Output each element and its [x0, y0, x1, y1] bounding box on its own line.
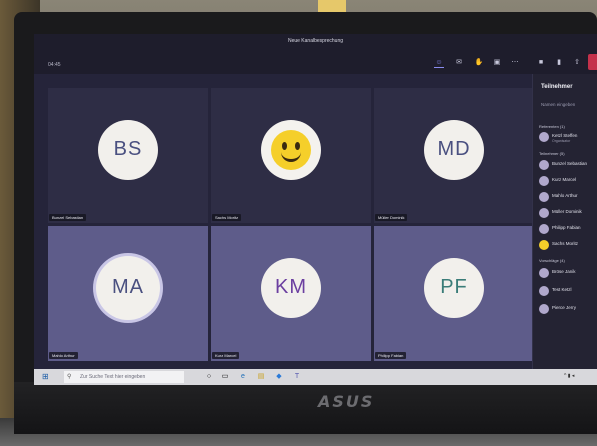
- avatar: PF: [424, 257, 484, 318]
- participant-name: Test Ketzl: [552, 287, 572, 292]
- video-tile[interactable]: BS Bunzel Sebastian: [48, 88, 208, 223]
- brand-logo: ASUS: [318, 392, 375, 411]
- people-icon[interactable]: ☺: [434, 58, 444, 68]
- camera-off-icon[interactable]: ■: [536, 58, 546, 68]
- participant-name: Sachs Moritz: [212, 214, 242, 221]
- avatar: [539, 160, 549, 170]
- rooms-icon[interactable]: ▣: [492, 58, 502, 68]
- avatar: MA: [96, 255, 160, 320]
- video-tile[interactable]: Sachs Moritz: [211, 88, 371, 223]
- avatar: KM: [261, 257, 321, 318]
- participant-role: Organisator: [552, 139, 571, 143]
- video-stage: BS Bunzel Sebastian Sachs Moritz MD Müll…: [48, 88, 534, 368]
- avatar: [261, 119, 321, 180]
- video-tile[interactable]: MA Mahlo Arthur: [48, 226, 208, 361]
- store-icon[interactable]: ◆: [274, 372, 284, 382]
- participant-row[interactable]: Bröse Janik: [539, 266, 597, 280]
- section-suggestions[interactable]: Vorschläge (4): [539, 258, 565, 263]
- participant-name: Sachs Moritz: [552, 241, 579, 246]
- raise-hand-icon[interactable]: ✋: [474, 58, 484, 68]
- participant-name: Bunzel Sebastian: [552, 161, 588, 166]
- avatar: [539, 132, 549, 142]
- meeting-toolbar: Neue Kanalbesprechung 04:45 ☺ ✉ ✋ ▣ ⋯ ■ …: [34, 34, 597, 74]
- avatar: [539, 240, 549, 250]
- edge-icon[interactable]: e: [238, 372, 248, 382]
- avatar: [539, 286, 549, 296]
- windows-start-icon[interactable]: ⊞: [42, 372, 52, 382]
- panel-title: Teilnehmer: [541, 84, 573, 90]
- system-tray[interactable]: ^ ▮ ◂: [564, 373, 574, 379]
- participant-name: Bröse Janik: [552, 269, 576, 274]
- participant-name: Kurz Marcel: [212, 352, 240, 359]
- participant-name: Mahlo Arthur: [49, 352, 78, 359]
- more-icon[interactable]: ⋯: [510, 58, 520, 68]
- section-attendees[interactable]: Teilnehmer (5): [539, 151, 565, 156]
- participant-row[interactable]: Philipp Fabian: [539, 222, 597, 236]
- section-presenters[interactable]: Referenten (1): [539, 124, 565, 129]
- participant-row[interactable]: Pierce Jerry: [539, 302, 597, 316]
- participant-row[interactable]: Ketzl Steffen Organisator: [539, 130, 597, 144]
- participant-name: Pierce Jerry: [552, 305, 577, 310]
- participants-panel: Teilnehmer Namen eingeben Referenten (1)…: [532, 74, 597, 372]
- avatar: [539, 192, 549, 202]
- video-tile[interactable]: PF Philipp Fabian: [374, 226, 534, 361]
- participant-name: Philipp Fabian: [552, 225, 581, 230]
- avatar: MD: [424, 119, 484, 180]
- mic-icon[interactable]: ▮: [554, 58, 564, 68]
- meeting-title: Neue Kanalbesprechung: [287, 38, 344, 44]
- participant-name: Bunzel Sebastian: [49, 214, 87, 221]
- avatar: [539, 268, 549, 278]
- explorer-icon[interactable]: ▤: [256, 372, 266, 382]
- participant-name: Müller Dominik: [552, 209, 582, 214]
- avatar: [539, 304, 549, 314]
- participant-name: Mahlo Arthur: [552, 193, 578, 198]
- avatar: BS: [98, 119, 158, 180]
- avatar: [539, 176, 549, 186]
- participant-name: Müller Dominik: [375, 214, 408, 221]
- taskbar-search-input[interactable]: Zur Suche Text hier eingeben: [64, 371, 184, 383]
- participant-row[interactable]: Test Ketzl: [539, 284, 597, 298]
- share-icon[interactable]: ⇧: [572, 58, 582, 68]
- participant-row[interactable]: Kurz Marcel: [539, 174, 597, 188]
- teams-icon[interactable]: T: [292, 372, 302, 382]
- video-tile[interactable]: KM Kurz Marcel: [211, 226, 371, 361]
- smiley-icon: [271, 129, 311, 170]
- participant-row[interactable]: Müller Dominik: [539, 206, 597, 220]
- participant-row[interactable]: Bunzel Sebastian: [539, 158, 597, 172]
- participant-name: Kurz Marcel: [552, 177, 577, 182]
- task-view-icon[interactable]: ▭: [220, 372, 230, 382]
- chat-icon[interactable]: ✉: [454, 58, 464, 68]
- avatar: [539, 208, 549, 218]
- participant-search-input[interactable]: Namen eingeben: [541, 102, 596, 112]
- participant-row[interactable]: Mahlo Arthur: [539, 190, 597, 204]
- windows-taskbar: ⊞ Zur Suche Text hier eingeben ⚲ ○ ▭ e ▤…: [34, 369, 597, 385]
- participant-row[interactable]: Sachs Moritz: [539, 238, 597, 252]
- laptop-bezel: [14, 382, 597, 434]
- hangup-button[interactable]: [588, 54, 597, 70]
- teams-window: Neue Kanalbesprechung 04:45 ☺ ✉ ✋ ▣ ⋯ ■ …: [34, 34, 597, 372]
- participant-name: Philipp Fabian: [375, 352, 407, 359]
- participant-name: Ketzl Steffen: [552, 133, 578, 138]
- video-tile[interactable]: MD Müller Dominik: [374, 88, 534, 223]
- avatar: [539, 224, 549, 234]
- cortana-icon[interactable]: ○: [204, 372, 214, 382]
- search-icon: ⚲: [67, 374, 72, 380]
- meeting-timer: 04:45: [48, 62, 61, 68]
